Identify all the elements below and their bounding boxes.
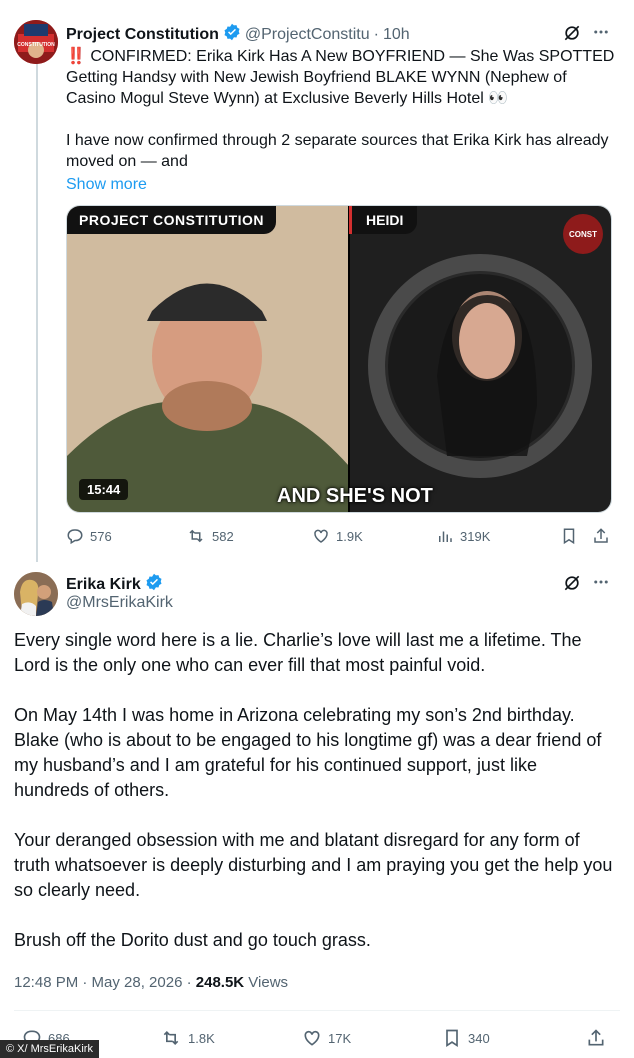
show-more-link[interactable]: Show more [66, 174, 616, 195]
grok-icon[interactable] [562, 23, 582, 48]
reply-button[interactable]: 576 [66, 527, 112, 545]
post-time[interactable]: 10h [383, 26, 410, 44]
verified-badge-icon [145, 573, 163, 596]
bookmark-icon [560, 527, 578, 545]
repost-button[interactable]: 582 [186, 527, 234, 545]
author-name[interactable]: Project Constitution [66, 26, 219, 44]
heart-icon [312, 527, 330, 545]
video-thumbnail[interactable]: PROJECT CONSTITUTION HEIDI CONST 15:44 A… [66, 205, 612, 513]
thread-connector [36, 62, 38, 562]
verified-badge-icon [223, 23, 241, 46]
more-options-icon[interactable] [592, 573, 610, 596]
video-frame [67, 206, 611, 512]
tweet2-paragraph: Brush off the Dorito dust and go touch g… [14, 930, 371, 950]
author-handle[interactable]: @ProjectConstitu [245, 26, 370, 44]
author-handle[interactable]: @MrsErikaKirk [66, 594, 173, 612]
bookmark-count: 340 [468, 1030, 490, 1046]
analytics-icon [436, 527, 454, 545]
left-speaker-label: PROJECT CONSTITUTION [67, 206, 277, 234]
avatar-image: CONSTITUTION [14, 20, 58, 64]
separator-dot: · [373, 25, 379, 43]
bookmark-icon [442, 1028, 462, 1048]
divider [14, 1010, 620, 1011]
avatar-erika-kirk[interactable] [14, 572, 58, 616]
like-count: 17K [328, 1030, 352, 1046]
like-button[interactable]: 1.9K [312, 527, 363, 545]
right-speaker-label: HEIDI [349, 206, 418, 234]
view-count: 319K [460, 528, 491, 544]
bookmark-button[interactable] [560, 527, 578, 545]
reply-count: 576 [90, 528, 112, 544]
avatar-project-constitution[interactable]: CONSTITUTION [14, 20, 58, 64]
like-count: 1.9K [336, 528, 363, 544]
tweet2-paragraph: On May 14th I was home in Arizona celebr… [14, 705, 602, 800]
post-timestamp[interactable]: 12:48 PM · May 28, 2026 · [14, 974, 196, 991]
share-button[interactable] [592, 527, 610, 545]
tweet2-paragraph: Every single word here is a lie. Charlie… [14, 630, 582, 675]
avatar-image [14, 572, 58, 616]
like-button[interactable]: 17K [302, 1028, 351, 1048]
image-credit: © X/ MrsErikaKirk [0, 1040, 99, 1058]
tweet2-body: Every single word here is a lie. Charlie… [14, 628, 614, 978]
grok-icon[interactable] [562, 573, 582, 598]
tweet2-header: Erika Kirk [66, 573, 167, 596]
video-caption: AND SHE'S NOT [277, 485, 433, 507]
channel-logo-text: CONST [569, 229, 597, 239]
tweet2-paragraph: Your deranged obsession with me and blat… [14, 830, 613, 900]
repost-button[interactable]: 1.8K [160, 1028, 215, 1048]
tweet1-header: Project Constitution @ProjectConstitu · … [66, 23, 410, 46]
share-icon [586, 1028, 606, 1048]
avatar-text: CONSTITUTION [17, 42, 55, 48]
repost-icon [160, 1028, 182, 1048]
repost-icon [186, 527, 206, 545]
tweet1-text-line1: ‼️ CONFIRMED: Erika Kirk Has A New BOYFR… [66, 48, 615, 107]
author-name[interactable]: Erika Kirk [66, 576, 141, 594]
share-icon [592, 527, 610, 545]
views-label: Views [244, 974, 289, 991]
bookmark-button[interactable]: 340 [442, 1028, 490, 1048]
share-button[interactable] [586, 1028, 606, 1048]
more-options-icon[interactable] [592, 23, 610, 46]
reply-icon [66, 527, 84, 545]
repost-count: 1.8K [188, 1030, 215, 1046]
video-duration: 15:44 [79, 479, 129, 500]
views-button[interactable]: 319K [436, 527, 490, 545]
repost-count: 582 [212, 528, 234, 544]
tweet1-text-line2: I have now confirmed through 2 separate … [66, 132, 609, 170]
channel-logo: CONST [563, 214, 603, 254]
heart-icon [302, 1028, 322, 1048]
post-meta: 12:48 PM · May 28, 2026 · 248.5K Views [14, 974, 288, 991]
post-view-count: 248.5K [195, 974, 245, 991]
tweet1-body: ‼️ CONFIRMED: Erika Kirk Has A New BOYFR… [66, 46, 616, 195]
